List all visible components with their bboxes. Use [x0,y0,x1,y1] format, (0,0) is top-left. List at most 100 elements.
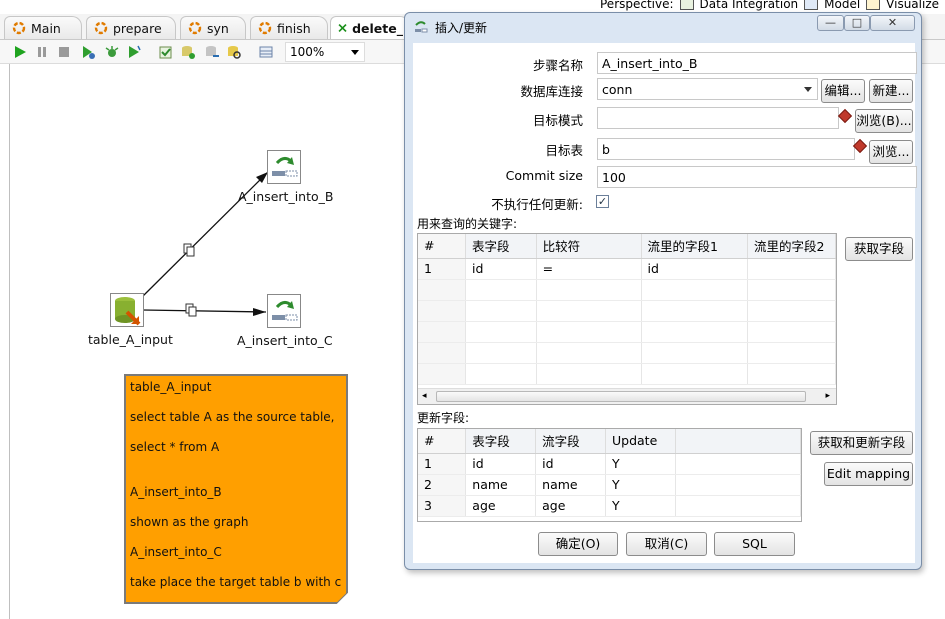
table-row[interactable]: 2 name name Y [418,474,801,496]
note-line: A_insert_into_B [130,485,222,499]
get-update-fields-button[interactable]: 获取和更新字段 [810,431,913,455]
note-line: table_A_input [130,380,212,394]
table-cell[interactable] [747,258,836,280]
table-cell[interactable]: 3 [418,495,467,517]
perspective-model[interactable]: Model [824,0,860,11]
table-header-row: # 表字段 流字段 Update [418,429,801,454]
step-name-field[interactable]: A_insert_into_B [597,52,917,74]
perspective-label: Perspective: [600,0,674,11]
debug-icon[interactable] [104,44,120,60]
column-header[interactable]: Update [605,429,676,454]
verify-icon[interactable] [158,44,174,60]
hop-arrowhead-c [253,308,266,316]
table-cell-empty [675,495,801,517]
edit-mapping-button[interactable]: Edit mapping [824,462,913,486]
table-row[interactable]: 1 id = id [418,258,836,280]
perspective-data-integration[interactable]: Data Integration [700,0,799,11]
step-node-table-a-input[interactable] [110,293,144,327]
pause-icon[interactable] [34,44,50,60]
get-fields-button[interactable]: 获取字段 [845,237,913,261]
new-connection-button[interactable]: 新建... [869,79,913,103]
step-label-a-insert-into-b[interactable]: A_insert_into_B [238,189,333,204]
column-header[interactable]: # [418,429,467,454]
lookup-keys-table[interactable]: # 表字段 比较符 流里的字段1 流里的字段2 1 id = id ◂ ▸ [417,233,837,405]
table-cell[interactable]: Y [605,474,676,496]
column-header[interactable]: 流里的字段2 [747,234,836,259]
minimize-button[interactable]: — [817,15,844,31]
tab-finish[interactable]: finish [250,16,328,39]
table-cell[interactable]: age [535,495,606,517]
close-button[interactable]: ✕ [870,15,915,31]
explore-db-icon[interactable] [226,44,242,60]
note-fold-icon [336,592,348,604]
table-cell[interactable]: 1 [418,258,466,280]
run-icon[interactable] [12,44,28,60]
lookup-keys-label: 用来查询的关键字: [417,217,518,231]
browse-table-button[interactable]: 浏览... [869,140,913,164]
sql-icon[interactable] [204,44,220,60]
column-header[interactable]: 流里的字段1 [641,234,749,259]
variable-icon [837,108,853,124]
table-cell[interactable]: = [536,258,642,280]
column-header[interactable]: 比较符 [536,234,642,259]
tab-syn[interactable]: syn [180,16,246,39]
zoom-select[interactable]: 100% [285,42,365,62]
table-cell[interactable]: 2 [418,474,467,496]
update-fields-table[interactable]: # 表字段 流字段 Update 1 id id Y 2 name name Y… [417,428,802,522]
table-row[interactable]: 3 age age Y [418,495,801,517]
step-name-label: 步骤名称 [532,58,583,73]
step-node-a-insert-into-c[interactable] [267,294,301,328]
chevron-right-icon[interactable]: ▸ [825,391,830,401]
table-row[interactable]: 1 id id Y [418,453,801,475]
table-cell[interactable]: id [535,453,606,475]
no-update-checkbox[interactable]: ✓ [596,195,609,208]
tab-delete-label: delete_ [352,20,403,36]
tab-main[interactable]: Main [4,16,82,39]
table-cell[interactable]: Y [605,453,676,475]
perspective-visualize[interactable]: Visualize [886,0,939,11]
tab-delete[interactable]: delete_ [330,16,410,39]
tab-main-label: Main [31,20,61,36]
cancel-button[interactable]: 取消(C) [626,532,707,556]
column-header[interactable]: 流字段 [535,429,606,454]
table-cell-empty [675,453,801,475]
step-label-a-insert-into-c[interactable]: A_insert_into_C [237,333,333,348]
target-table-field[interactable]: b [597,138,855,160]
transformation-icon [94,21,108,35]
ok-button[interactable]: 确定(O) [538,532,618,556]
step-label-table-a-input[interactable]: table_A_input [88,332,173,347]
tab-prepare[interactable]: prepare [86,16,176,39]
copy-rows-icon [185,303,197,317]
replay-icon[interactable] [126,44,142,60]
chevron-left-icon[interactable]: ◂ [422,391,427,401]
table-cell[interactable]: id [641,258,749,280]
impact-icon[interactable] [180,44,196,60]
show-results-icon[interactable] [258,44,274,60]
column-header[interactable]: 表字段 [465,234,537,259]
table-cell[interactable]: id [465,453,537,475]
scrollbar-thumb[interactable] [436,391,806,402]
horizontal-scrollbar[interactable]: ◂ ▸ [418,388,836,404]
table-cell[interactable]: 1 [418,453,467,475]
dialog-title: 插入/更新 [435,20,488,35]
column-header[interactable]: 表字段 [465,429,537,454]
table-cell[interactable]: Y [605,495,676,517]
step-node-a-insert-into-b[interactable] [267,150,301,184]
stop-icon[interactable] [56,44,72,60]
note-line: A_insert_into_C [130,545,222,559]
maximize-button[interactable]: □ [844,15,870,31]
column-header[interactable]: # [418,234,466,259]
browse-schema-button[interactable]: 浏览(B)... [855,109,913,133]
table-cell[interactable]: age [465,495,537,517]
table-cell[interactable]: name [535,474,606,496]
table-cell[interactable]: name [465,474,537,496]
preview-icon[interactable] [80,44,96,60]
table-cell[interactable]: id [465,258,537,280]
edit-connection-button[interactable]: 编辑... [821,79,865,103]
commit-size-field[interactable]: 100 [597,166,917,188]
sql-button[interactable]: SQL [714,532,795,556]
canvas-note[interactable]: table_A_input select table A as the sour… [124,374,348,604]
connection-select[interactable]: conn [597,78,818,100]
schema-field[interactable] [597,107,839,129]
schema-label: 目标模式 [532,113,583,128]
